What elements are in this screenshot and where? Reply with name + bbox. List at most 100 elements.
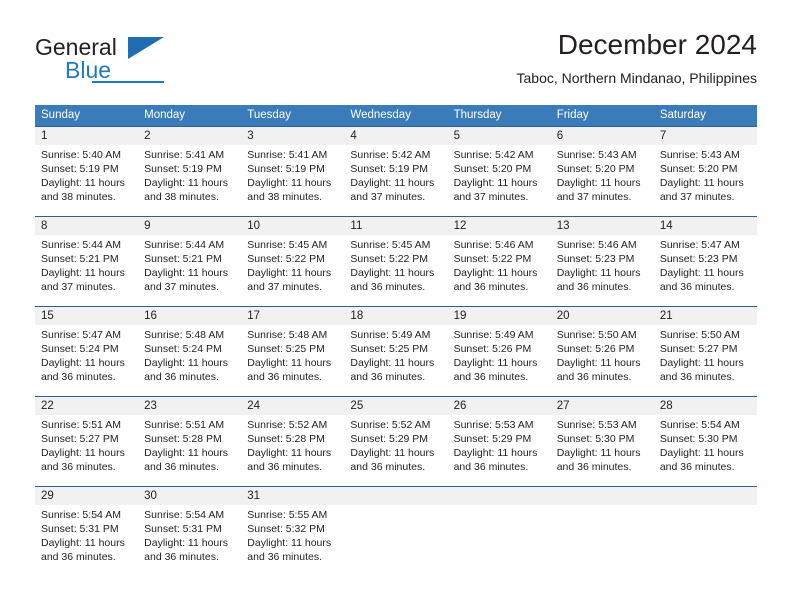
sunrise-text: Sunrise: 5:48 AM — [144, 329, 225, 341]
day-number[interactable]: 4 — [344, 127, 447, 145]
day-cell[interactable]: Sunrise: 5:43 AM Sunset: 5:20 PM Dayligh… — [551, 145, 654, 216]
day-cell[interactable]: Sunrise: 5:48 AM Sunset: 5:25 PM Dayligh… — [241, 325, 344, 396]
day-number[interactable]: 24 — [241, 397, 344, 415]
day-cell[interactable]: Sunrise: 5:45 AM Sunset: 5:22 PM Dayligh… — [241, 235, 344, 306]
sunset-text: Sunset: 5:25 PM — [350, 343, 429, 355]
day-number[interactable]: 8 — [35, 217, 138, 235]
sunset-text: Sunset: 5:30 PM — [556, 433, 635, 445]
day-number[interactable]: 1 — [35, 127, 138, 145]
day-number[interactable]: 31 — [241, 487, 344, 505]
sunrise-text: Sunrise: 5:49 AM — [350, 329, 431, 341]
day-cell[interactable]: Sunrise: 5:40 AM Sunset: 5:19 PM Dayligh… — [35, 145, 138, 216]
day-cell[interactable]: Sunrise: 5:50 AM Sunset: 5:27 PM Dayligh… — [654, 325, 757, 396]
daylight-text-line2: and 38 minutes. — [41, 191, 116, 203]
day-number[interactable]: 12 — [448, 217, 551, 235]
day-number[interactable]: 23 — [138, 397, 241, 415]
day-number[interactable]: 9 — [138, 217, 241, 235]
sunset-text: Sunset: 5:30 PM — [659, 433, 738, 445]
day-cell[interactable]: Sunrise: 5:51 AM Sunset: 5:28 PM Dayligh… — [138, 415, 241, 486]
day-cell[interactable]: Sunrise: 5:46 AM Sunset: 5:22 PM Dayligh… — [448, 235, 551, 306]
sunrise-text: Sunrise: 5:50 AM — [659, 329, 740, 341]
day-number[interactable]: 5 — [448, 127, 551, 145]
sunrise-text: Sunrise: 5:53 AM — [453, 419, 534, 431]
day-cell[interactable]: Sunrise: 5:52 AM Sunset: 5:28 PM Dayligh… — [241, 415, 344, 486]
day-number-empty — [654, 487, 757, 505]
day-number[interactable]: 19 — [448, 307, 551, 325]
day-cell[interactable]: Sunrise: 5:47 AM Sunset: 5:23 PM Dayligh… — [654, 235, 757, 306]
day-number[interactable]: 29 — [35, 487, 138, 505]
day-number[interactable]: 28 — [654, 397, 757, 415]
day-cell[interactable]: Sunrise: 5:43 AM Sunset: 5:20 PM Dayligh… — [654, 145, 757, 216]
day-cell[interactable]: Sunrise: 5:50 AM Sunset: 5:26 PM Dayligh… — [551, 325, 654, 396]
day-number[interactable]: 26 — [448, 397, 551, 415]
day-number[interactable]: 6 — [551, 127, 654, 145]
day-number[interactable]: 3 — [241, 127, 344, 145]
daylight-text-line1: Daylight: 11 hours — [41, 447, 125, 459]
day-cell[interactable]: Sunrise: 5:46 AM Sunset: 5:23 PM Dayligh… — [551, 235, 654, 306]
daylight-text-line1: Daylight: 11 hours — [144, 447, 228, 459]
sunrise-text: Sunrise: 5:50 AM — [556, 329, 637, 341]
sunrise-text: Sunrise: 5:44 AM — [144, 239, 225, 251]
daylight-text-line2: and 38 minutes. — [247, 191, 322, 203]
day-cell[interactable]: Sunrise: 5:54 AM Sunset: 5:30 PM Dayligh… — [654, 415, 757, 486]
daylight-text-line1: Daylight: 11 hours — [350, 267, 435, 279]
day-detail-row: Sunrise: 5:47 AM Sunset: 5:24 PM Dayligh… — [35, 325, 757, 396]
day-cell[interactable]: Sunrise: 5:53 AM Sunset: 5:30 PM Dayligh… — [551, 415, 654, 486]
day-cell[interactable]: Sunrise: 5:51 AM Sunset: 5:27 PM Dayligh… — [35, 415, 138, 486]
day-number[interactable]: 16 — [138, 307, 241, 325]
daylight-text-line2: and 38 minutes. — [144, 191, 219, 203]
day-cell[interactable]: Sunrise: 5:41 AM Sunset: 5:19 PM Dayligh… — [241, 145, 344, 216]
sunrise-text: Sunrise: 5:55 AM — [247, 509, 328, 521]
day-cell[interactable]: Sunrise: 5:49 AM Sunset: 5:26 PM Dayligh… — [448, 325, 551, 396]
day-detail-row: Sunrise: 5:44 AM Sunset: 5:21 PM Dayligh… — [35, 235, 757, 306]
sunset-text: Sunset: 5:32 PM — [247, 523, 325, 535]
day-cell[interactable]: Sunrise: 5:49 AM Sunset: 5:25 PM Dayligh… — [344, 325, 447, 396]
day-cell[interactable]: Sunrise: 5:54 AM Sunset: 5:31 PM Dayligh… — [138, 505, 241, 576]
day-cell[interactable]: Sunrise: 5:42 AM Sunset: 5:20 PM Dayligh… — [448, 145, 551, 216]
day-number[interactable]: 22 — [35, 397, 138, 415]
day-cell[interactable]: Sunrise: 5:42 AM Sunset: 5:19 PM Dayligh… — [344, 145, 447, 216]
day-cell[interactable]: Sunrise: 5:41 AM Sunset: 5:19 PM Dayligh… — [138, 145, 241, 216]
sunrise-text: Sunrise: 5:49 AM — [453, 329, 534, 341]
day-cell[interactable]: Sunrise: 5:44 AM Sunset: 5:21 PM Dayligh… — [35, 235, 138, 306]
day-number[interactable]: 20 — [551, 307, 654, 325]
day-number[interactable]: 25 — [344, 397, 447, 415]
sunrise-text: Sunrise: 5:44 AM — [41, 239, 121, 251]
daylight-text-line1: Daylight: 11 hours — [144, 357, 228, 369]
sunrise-text: Sunrise: 5:47 AM — [41, 329, 121, 341]
daylight-text-line2: and 36 minutes. — [556, 371, 632, 383]
general-blue-logo[interactable]: General Blue — [35, 34, 235, 90]
sunset-text: Sunset: 5:22 PM — [247, 253, 325, 265]
day-number[interactable]: 15 — [35, 307, 138, 325]
sunrise-text: Sunrise: 5:41 AM — [144, 149, 225, 161]
day-number[interactable]: 13 — [551, 217, 654, 235]
daylight-text-line2: and 36 minutes. — [247, 461, 322, 473]
day-number[interactable]: 18 — [344, 307, 447, 325]
day-number[interactable]: 2 — [138, 127, 241, 145]
day-number[interactable]: 17 — [241, 307, 344, 325]
day-number[interactable]: 14 — [654, 217, 757, 235]
day-number[interactable]: 21 — [654, 307, 757, 325]
day-cell[interactable]: Sunrise: 5:54 AM Sunset: 5:31 PM Dayligh… — [35, 505, 138, 576]
daylight-text-line1: Daylight: 11 hours — [41, 357, 125, 369]
day-number[interactable]: 10 — [241, 217, 344, 235]
day-number[interactable]: 27 — [551, 397, 654, 415]
day-cell[interactable]: Sunrise: 5:47 AM Sunset: 5:24 PM Dayligh… — [35, 325, 138, 396]
day-cell[interactable]: Sunrise: 5:55 AM Sunset: 5:32 PM Dayligh… — [241, 505, 344, 576]
day-cell[interactable]: Sunrise: 5:52 AM Sunset: 5:29 PM Dayligh… — [344, 415, 447, 486]
day-cell[interactable]: Sunrise: 5:45 AM Sunset: 5:22 PM Dayligh… — [344, 235, 447, 306]
daylight-text-line2: and 37 minutes. — [659, 191, 735, 203]
day-cell[interactable]: Sunrise: 5:48 AM Sunset: 5:24 PM Dayligh… — [138, 325, 241, 396]
weekday-header-tuesday: Tuesday — [247, 109, 291, 121]
day-cell[interactable]: Sunrise: 5:53 AM Sunset: 5:29 PM Dayligh… — [448, 415, 551, 486]
sunrise-text: Sunrise: 5:43 AM — [659, 149, 740, 161]
day-number[interactable]: 7 — [654, 127, 757, 145]
day-cell-empty — [654, 505, 757, 576]
daylight-text-line1: Daylight: 11 hours — [247, 357, 332, 369]
day-cell[interactable]: Sunrise: 5:44 AM Sunset: 5:21 PM Dayligh… — [138, 235, 241, 306]
day-number[interactable]: 11 — [344, 217, 447, 235]
day-number-row: 1 2 3 4 5 6 7 — [35, 127, 757, 145]
weekday-header-saturday: Saturday — [659, 109, 706, 121]
sunset-text: Sunset: 5:31 PM — [144, 523, 222, 535]
day-number[interactable]: 30 — [138, 487, 241, 505]
